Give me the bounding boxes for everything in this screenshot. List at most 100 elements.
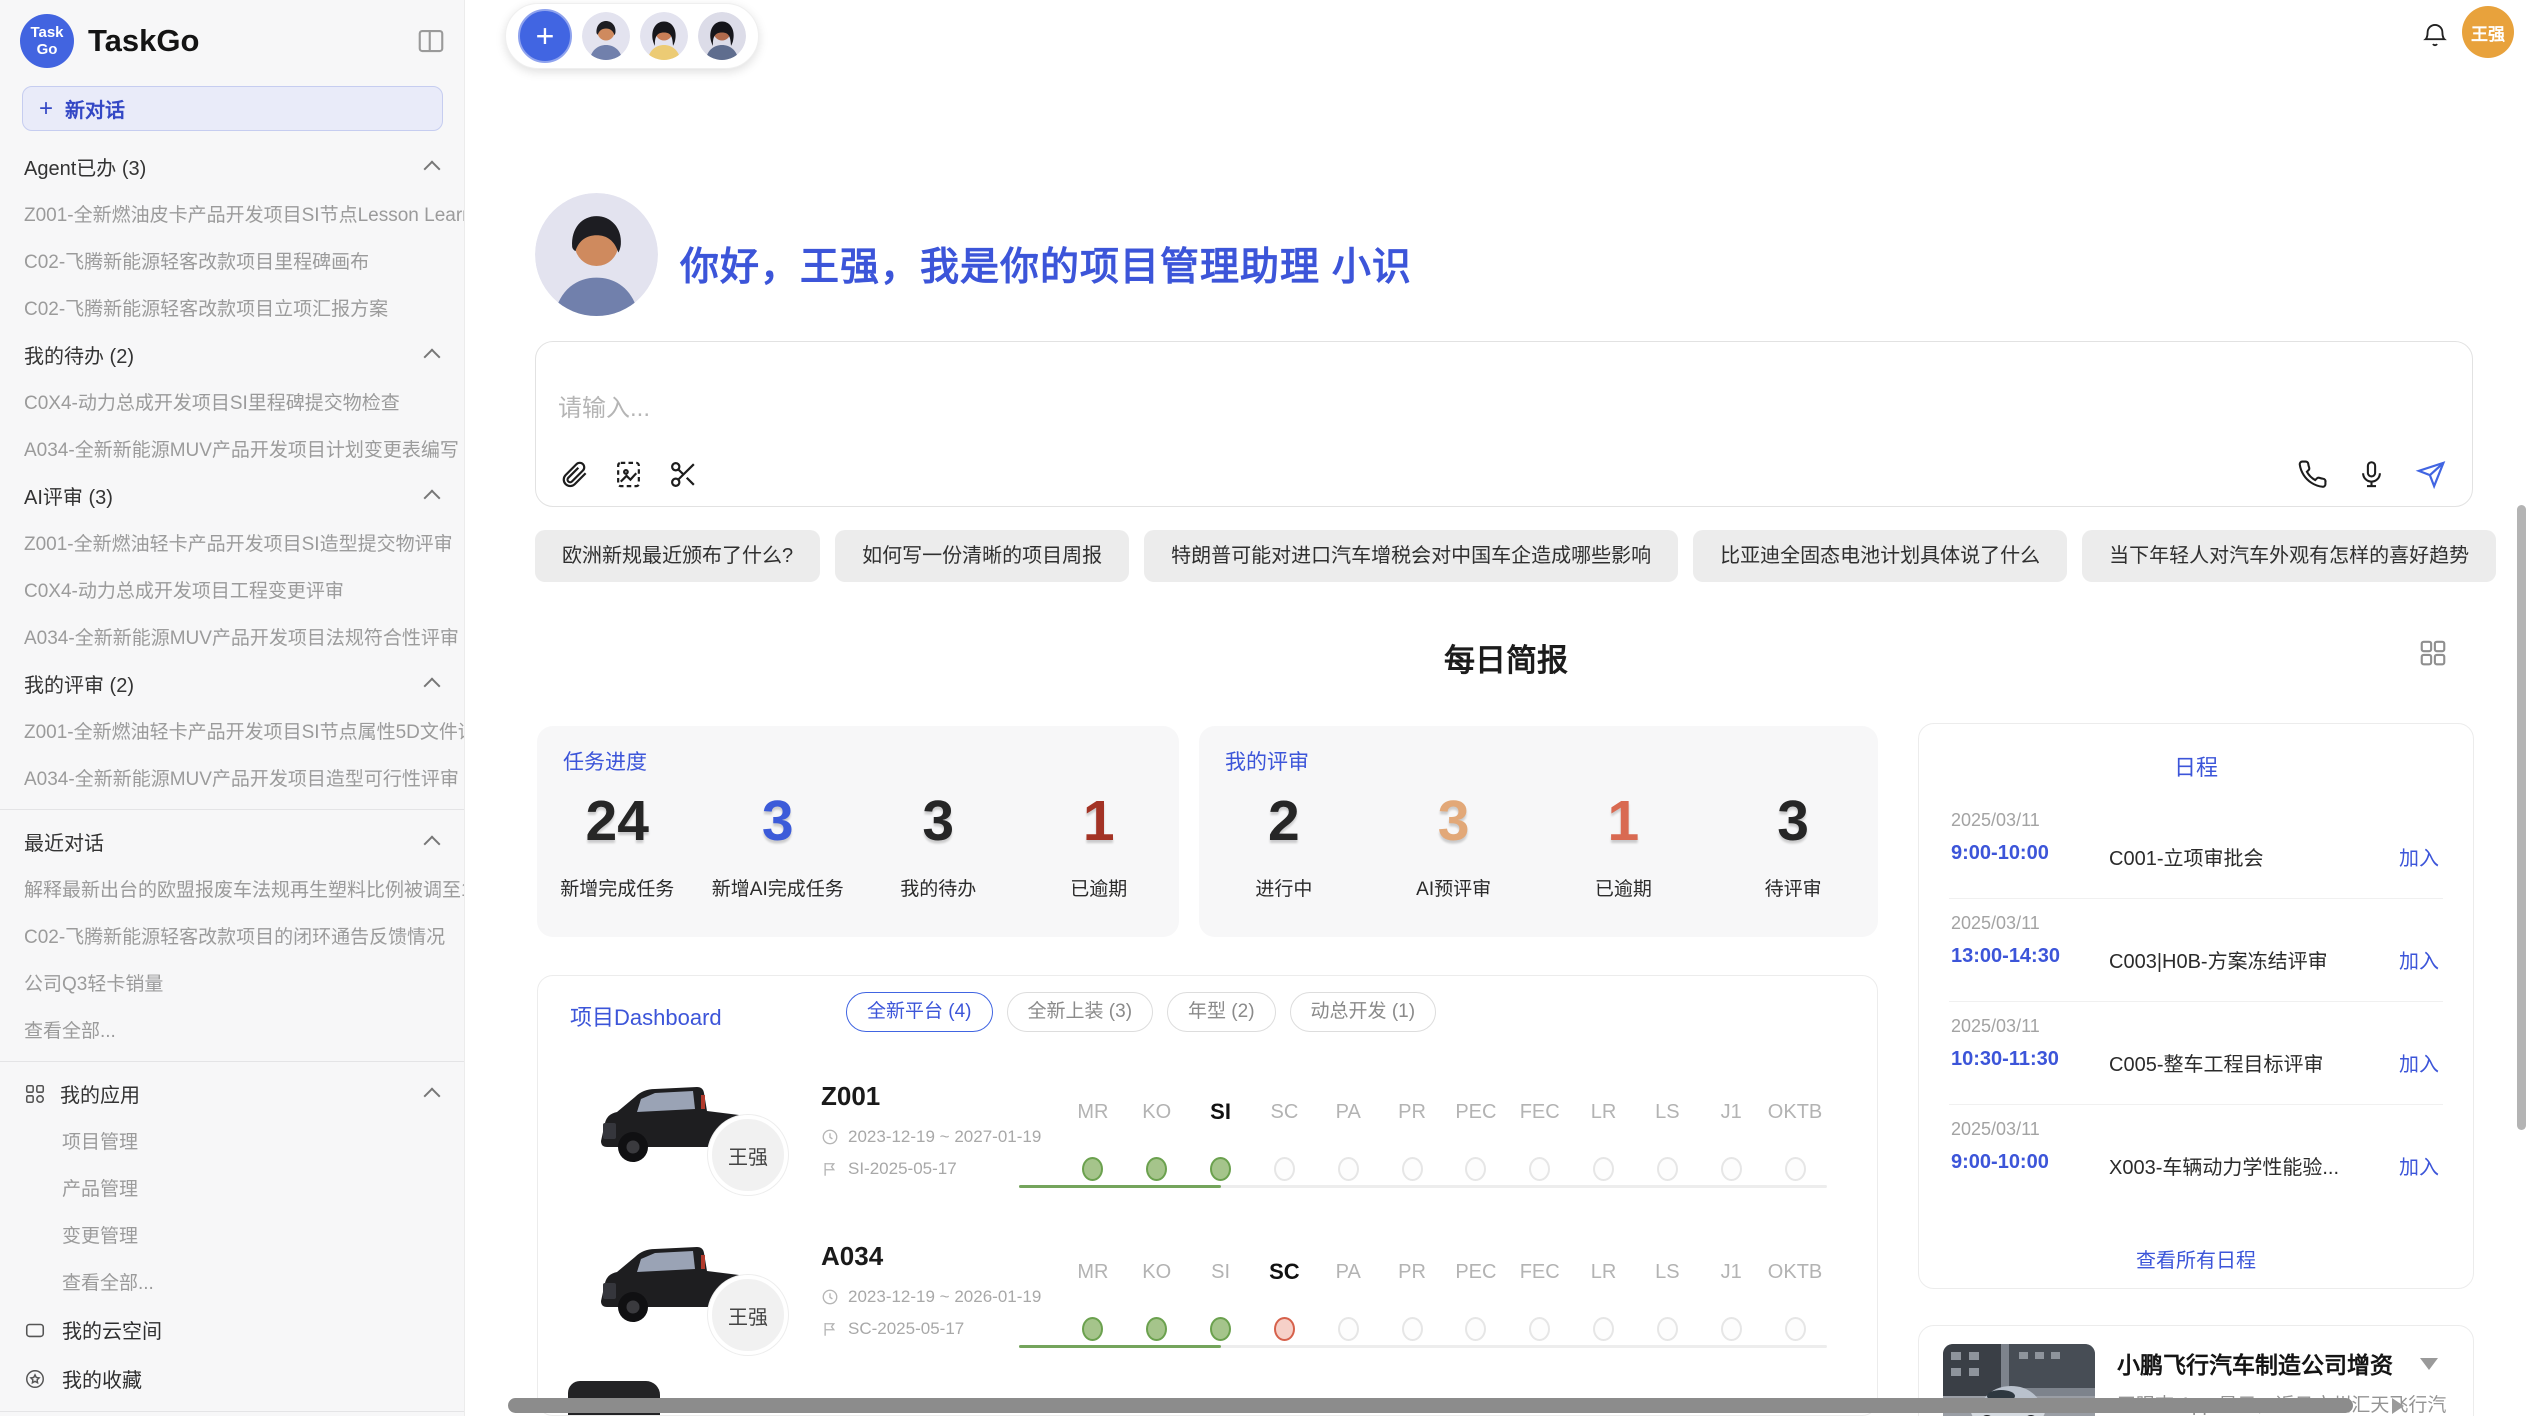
composer-right-tools bbox=[2297, 459, 2446, 490]
sidebar-section-header[interactable]: AI评审 (3) bbox=[0, 472, 464, 519]
phone-call-icon[interactable] bbox=[2297, 459, 2328, 490]
collapse-sidebar-icon[interactable] bbox=[416, 26, 446, 56]
divider bbox=[0, 1411, 464, 1412]
attachment-icon[interactable] bbox=[558, 459, 589, 490]
sidebar-section-recent[interactable]: 最近对话 bbox=[0, 818, 464, 865]
event-join-link[interactable]: 加入 bbox=[2399, 1151, 2439, 1180]
image-upload-icon[interactable] bbox=[613, 459, 644, 490]
sidebar-item-cloud-space[interactable]: 我的云空间 bbox=[0, 1305, 464, 1354]
chevron-up-icon bbox=[424, 349, 441, 366]
stat-label: AI预评审 bbox=[1369, 874, 1539, 901]
microphone-icon[interactable] bbox=[2356, 459, 2387, 490]
sidebar-item[interactable]: C02-飞腾新能源轻客改款项目里程碑画布 bbox=[0, 237, 464, 284]
schedule-event[interactable]: 2025/03/119:00-10:00C001-立项审批会加入 bbox=[1919, 796, 2473, 899]
send-icon[interactable] bbox=[2415, 459, 2446, 490]
event-name: C003|H0B-方案冻结评审 bbox=[2109, 945, 2328, 974]
dashboard-filter-chip[interactable]: 全新平台 (4) bbox=[846, 992, 993, 1032]
suggestion-chip[interactable]: 特朗普可能对进口汽车增税会对中国车企造成哪些影响 bbox=[1144, 530, 1678, 582]
milestone-label: PR bbox=[1380, 1253, 1444, 1291]
milestone: LS bbox=[1635, 1093, 1699, 1181]
sidebar-item[interactable]: Z001-全新燃油轻卡产品开发项目SI造型提交物评审 bbox=[0, 519, 464, 566]
sidebar-item[interactable]: 公司Q3轻卡销量 bbox=[0, 959, 464, 1006]
milestone-dot bbox=[1657, 1157, 1678, 1181]
schedule-event[interactable]: 2025/03/1110:30-11:30C005-整车工程目标评审加入 bbox=[1919, 1002, 2473, 1105]
stat-item: 2进行中 bbox=[1199, 788, 1369, 901]
view-all-schedule-link[interactable]: 查看所有日程 bbox=[1919, 1244, 2473, 1273]
event-name: X003-车辆动力学性能验... bbox=[2109, 1151, 2339, 1180]
schedule-event[interactable]: 2025/03/1113:00-14:30C003|H0B-方案冻结评审加入 bbox=[1919, 899, 2473, 1002]
milestone-label: SC bbox=[1252, 1253, 1316, 1291]
milestone-dot bbox=[1402, 1317, 1423, 1341]
layout-grid-icon[interactable] bbox=[2418, 638, 2448, 668]
sidebar-item[interactable]: A034-全新新能源MUV产品开发项目计划变更表编写 bbox=[0, 425, 464, 472]
suggestion-chip[interactable]: 当下年轻人对汽车外观有怎样的喜好趋势 bbox=[2082, 530, 2496, 582]
sidebar-app-item[interactable]: 查看全部... bbox=[0, 1258, 464, 1305]
milestone-dot bbox=[1082, 1317, 1103, 1341]
milestone-label: FEC bbox=[1508, 1093, 1572, 1131]
suggestion-chip[interactable]: 欧洲新规最近颁布了什么? bbox=[535, 530, 820, 582]
event-name: C001-立项审批会 bbox=[2109, 842, 2263, 871]
event-date: 2025/03/11 bbox=[1951, 1016, 2040, 1037]
suggestion-chip[interactable]: 如何写一份清晰的项目周报 bbox=[835, 530, 1129, 582]
apps-grid-icon bbox=[24, 1083, 46, 1105]
scissors-icon[interactable] bbox=[668, 459, 699, 490]
scroll-right-arrow-icon[interactable] bbox=[2392, 1398, 2404, 1414]
milestone-dot bbox=[1529, 1157, 1550, 1181]
sidebar-app-item[interactable]: 项目管理 bbox=[0, 1117, 464, 1164]
sidebar-item[interactable]: C0X4-动力总成开发项目SI里程碑提交物检查 bbox=[0, 378, 464, 425]
new-chat-label: 新对话 bbox=[65, 94, 125, 123]
logo-row: Task Go TaskGo bbox=[0, 0, 464, 78]
schedule-event[interactable]: 2025/03/119:00-10:00X003-车辆动力学性能验...加入 bbox=[1919, 1105, 2473, 1208]
event-join-link[interactable]: 加入 bbox=[2399, 842, 2439, 871]
sidebar-section-my-apps[interactable]: 我的应用 bbox=[0, 1070, 464, 1117]
milestone-dot bbox=[1657, 1317, 1678, 1341]
project-flag-milestone: SC-2025-05-17 bbox=[821, 1319, 964, 1339]
dashboard-filter-chip[interactable]: 动总开发 (1) bbox=[1290, 992, 1437, 1032]
agent-avatar[interactable] bbox=[698, 12, 746, 60]
sidebar-app-item[interactable]: 变更管理 bbox=[0, 1211, 464, 1258]
sidebar-section-header[interactable]: 我的评审 (2) bbox=[0, 660, 464, 707]
event-date: 2025/03/11 bbox=[1951, 913, 2040, 934]
timeline-columns: MRKOSISCPAPRPECFECLRLSJ1OKTB bbox=[1061, 1253, 1827, 1341]
milestone: SI bbox=[1189, 1253, 1253, 1341]
dashboard-filter-chip[interactable]: 年型 (2) bbox=[1167, 992, 1276, 1032]
sidebar-item[interactable]: 查看全部... bbox=[0, 1006, 464, 1053]
message-input[interactable] bbox=[556, 386, 2260, 434]
sidebar-section-header[interactable]: 我的待办 (2) bbox=[0, 331, 464, 378]
sidebar-item[interactable]: Z001-全新燃油轻卡产品开发项目SI节点属性5D文件评审 bbox=[0, 707, 464, 754]
project-row[interactable]: 王强A0342023-12-19 ~ 2026-01-19SC-2025-05-… bbox=[538, 1211, 1877, 1371]
sidebar-item[interactable]: A034-全新新能源MUV产品开发项目法规符合性评审 bbox=[0, 613, 464, 660]
milestone-label: J1 bbox=[1699, 1253, 1763, 1291]
sidebar-item[interactable]: C02-飞腾新能源轻客改款项目立项汇报方案 bbox=[0, 284, 464, 331]
sidebar-item[interactable]: Z001-全新燃油皮卡产品开发项目SI节点Lesson Learn报告 bbox=[0, 190, 464, 237]
event-join-link[interactable]: 加入 bbox=[2399, 945, 2439, 974]
user-avatar[interactable]: 王强 bbox=[2462, 6, 2514, 58]
sidebar-app-item[interactable]: 产品管理 bbox=[0, 1164, 464, 1211]
milestone-label: MR bbox=[1061, 1093, 1125, 1131]
event-join-link[interactable]: 加入 bbox=[2399, 1048, 2439, 1077]
suggestion-chip[interactable]: 比亚迪全固态电池计划具体说了什么 bbox=[1693, 530, 2067, 582]
stat-label: 新增完成任务 bbox=[537, 874, 698, 901]
sidebar-item-favorites[interactable]: 我的收藏 bbox=[0, 1354, 464, 1403]
dashboard-filter-chip[interactable]: 全新上装 (3) bbox=[1007, 992, 1154, 1032]
milestone-label: OKTB bbox=[1763, 1253, 1827, 1291]
vertical-scrollbar[interactable] bbox=[2517, 505, 2526, 1130]
agent-avatar[interactable] bbox=[640, 12, 688, 60]
recent-agents-pill: + bbox=[505, 3, 759, 69]
project-owner-avatar: 王强 bbox=[708, 1115, 788, 1195]
scroll-down-arrow-icon[interactable] bbox=[2420, 1358, 2438, 1370]
divider bbox=[0, 809, 464, 810]
sidebar-item[interactable]: A034-全新新能源MUV产品开发项目造型可行性评审 bbox=[0, 754, 464, 801]
sidebar-item[interactable]: 解释最新出台的欧盟报废车法规再生塑料比例被调至15%... bbox=[0, 865, 464, 912]
sidebar-item[interactable]: C0X4-动力总成开发项目工程变更评审 bbox=[0, 566, 464, 613]
add-agent-button[interactable]: + bbox=[518, 9, 572, 63]
sidebar-item[interactable]: C02-飞腾新能源轻客改款项目的闭环通告反馈情况 bbox=[0, 912, 464, 959]
project-row[interactable]: 王强Z0012023-12-19 ~ 2027-01-19SI-2025-05-… bbox=[538, 1051, 1877, 1211]
horizontal-scrollbar[interactable] bbox=[508, 1398, 2353, 1413]
sidebar-section-header[interactable]: Agent已办 (3) bbox=[0, 143, 464, 190]
new-chat-button[interactable]: + 新对话 bbox=[22, 86, 443, 131]
agent-avatar[interactable] bbox=[582, 12, 630, 60]
milestone: MR bbox=[1061, 1253, 1125, 1341]
notification-bell-icon[interactable] bbox=[2420, 20, 2450, 52]
milestone: PR bbox=[1380, 1093, 1444, 1181]
